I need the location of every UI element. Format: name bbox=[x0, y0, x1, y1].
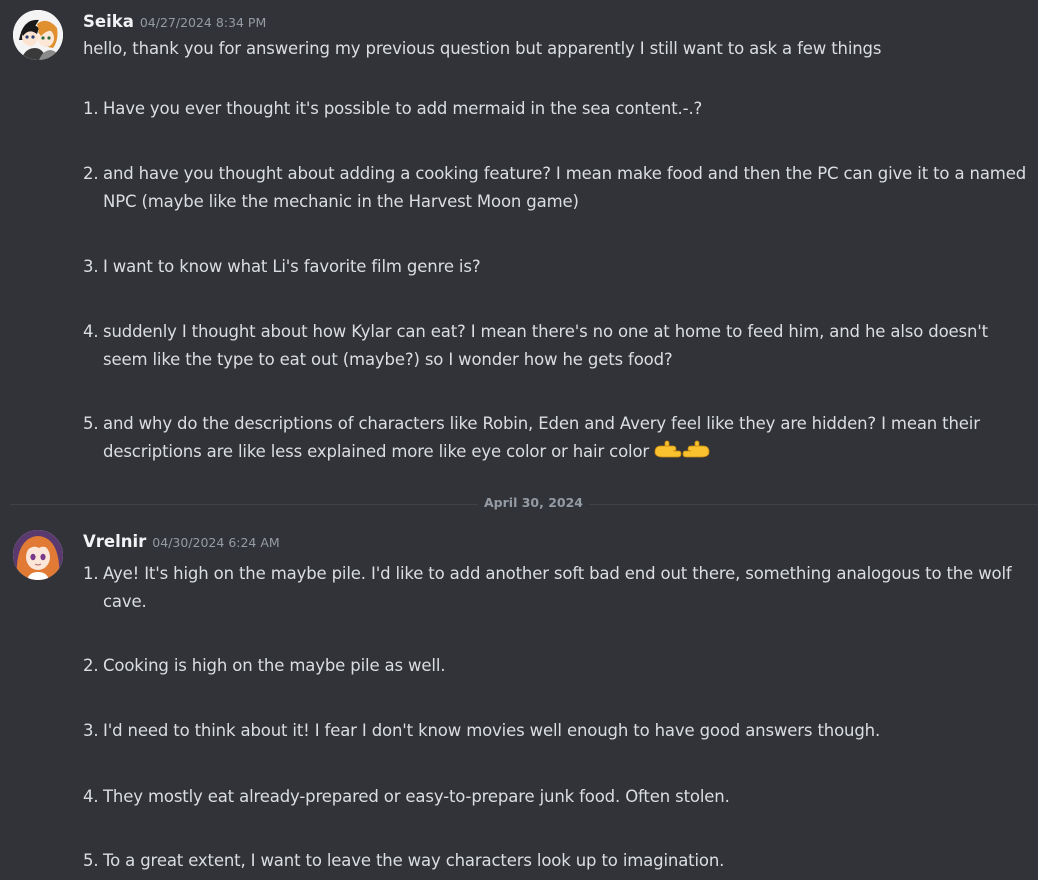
list-number: 4. bbox=[83, 787, 99, 806]
list-number: 1. bbox=[83, 564, 99, 583]
list-item: 3. I want to know what Li's favorite fil… bbox=[83, 253, 1033, 281]
list-item: 2. Cooking is high on the maybe pile as … bbox=[83, 652, 1033, 680]
username[interactable]: Vrelnir bbox=[83, 532, 146, 551]
list-text-with-emoji: and why do the descriptions of character… bbox=[103, 410, 1033, 466]
date-divider-label: April 30, 2024 bbox=[478, 495, 589, 510]
list-text: suddenly I thought about how Kylar can e… bbox=[103, 322, 988, 369]
list-number: 3. bbox=[83, 257, 99, 276]
chat-log: Seika 04/27/2024 8:34 PM hello, thank you… bbox=[0, 0, 1038, 880]
timestamp[interactable]: 04/27/2024 8:34 PM bbox=[140, 15, 266, 30]
message-header: Seika 04/27/2024 8:34 PM bbox=[83, 12, 266, 31]
list-text: and have you thought about adding a cook… bbox=[103, 164, 1027, 211]
list-number: 2. bbox=[83, 164, 99, 183]
avatar-image bbox=[13, 10, 63, 60]
list-number: 1. bbox=[83, 99, 99, 118]
list-number: 5. bbox=[83, 851, 99, 870]
list-item: 1. Aye! It's high on the maybe pile. I'd… bbox=[83, 560, 1033, 616]
list-text: Have you ever thought it's possible to a… bbox=[103, 99, 703, 118]
timestamp[interactable]: 04/30/2024 6:24 AM bbox=[152, 535, 279, 550]
avatar-image bbox=[13, 530, 63, 580]
list-item: 1. Have you ever thought it's possible t… bbox=[83, 95, 1033, 123]
list-item: 4. suddenly I thought about how Kylar ca… bbox=[83, 318, 1033, 374]
list-text: I'd need to think about it! I fear I don… bbox=[103, 721, 881, 740]
list-text: and why do the descriptions of character… bbox=[103, 414, 980, 461]
message-header: Vrelnir 04/30/2024 6:24 AM bbox=[83, 532, 280, 551]
list-item: 5. and why do the descriptions of charac… bbox=[83, 410, 1033, 466]
list-number: 5. bbox=[83, 414, 99, 433]
list-number: 4. bbox=[83, 322, 99, 341]
list-item: 2. and have you thought about adding a c… bbox=[83, 160, 1033, 216]
list-item: 5. To a great extent, I want to leave th… bbox=[83, 847, 1033, 875]
list-item: 4. They mostly eat already-prepared or e… bbox=[83, 783, 1033, 811]
list-text: Aye! It's high on the maybe pile. I'd li… bbox=[103, 564, 1012, 611]
list-text: They mostly eat already-prepared or easy… bbox=[103, 787, 730, 806]
list-text: Cooking is high on the maybe pile as wel… bbox=[103, 656, 446, 675]
avatar-seika[interactable] bbox=[13, 10, 63, 60]
list-number: 3. bbox=[83, 721, 99, 740]
list-number: 2. bbox=[83, 656, 99, 675]
message-text: hello, thank you for answering my previo… bbox=[83, 39, 882, 58]
list-item: 3. I'd need to think about it! I fear I … bbox=[83, 717, 1033, 745]
username[interactable]: Seika bbox=[83, 12, 134, 31]
pointing-fingers-emoji[interactable] bbox=[653, 440, 711, 462]
avatar-vrelnir[interactable] bbox=[13, 530, 63, 580]
list-text: I want to know what Li's favorite film g… bbox=[103, 257, 481, 276]
list-text: To a great extent, I want to leave the w… bbox=[103, 851, 725, 870]
